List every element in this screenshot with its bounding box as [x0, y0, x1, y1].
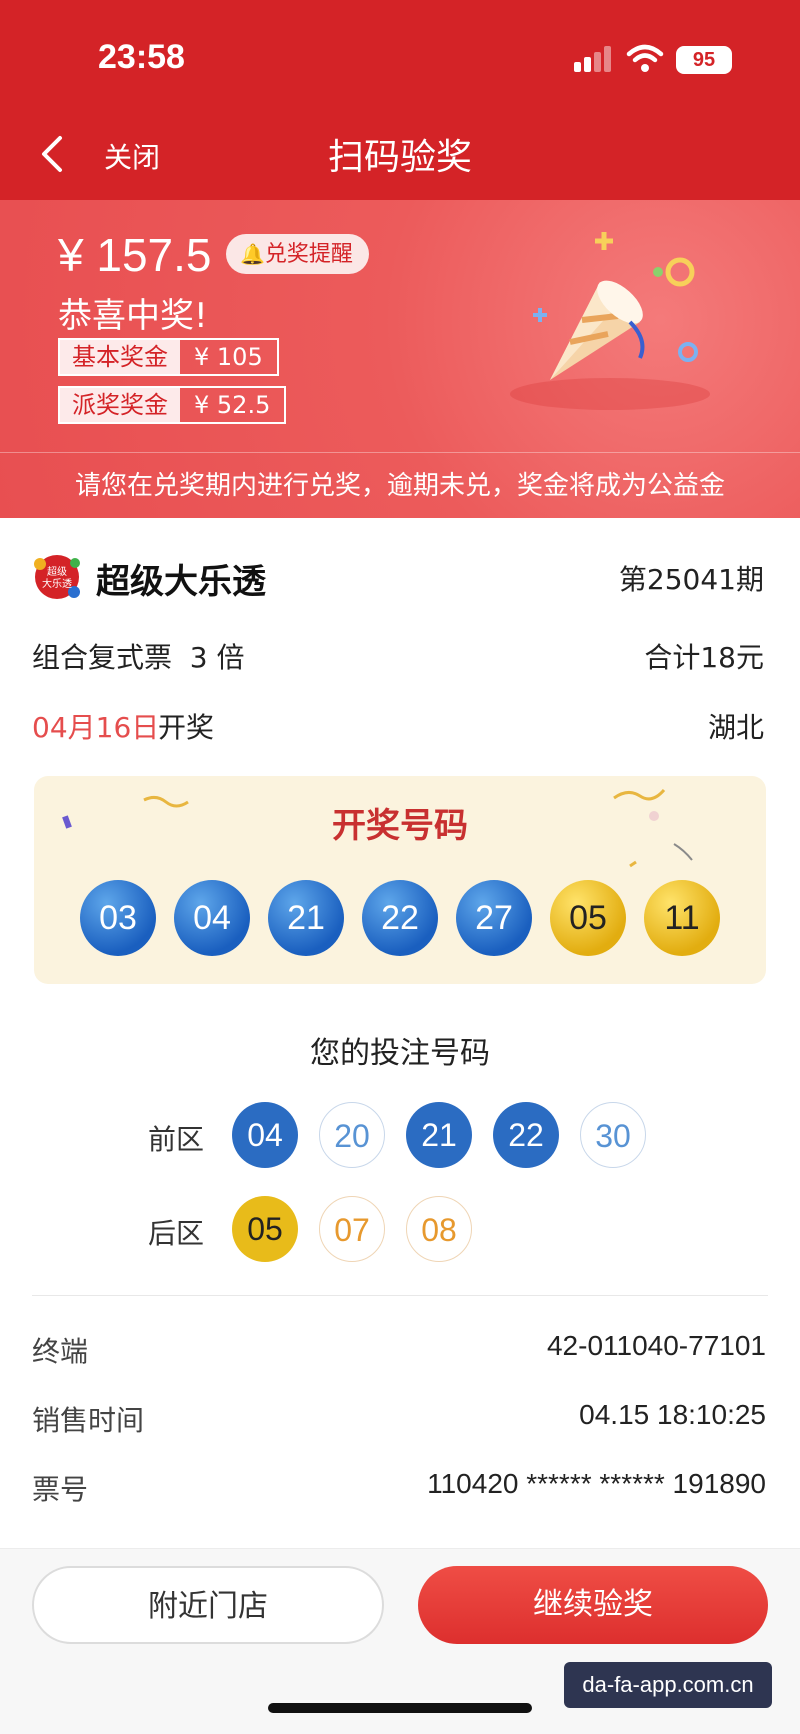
svg-text:大乐透: 大乐透	[42, 577, 72, 590]
continue-check-button[interactable]: 继续验奖	[418, 1566, 768, 1644]
winning-numbers-title: 开奖号码	[332, 806, 468, 846]
party-popper-icon	[510, 232, 710, 410]
prize-reminder-label: 兑奖提醒	[264, 242, 353, 267]
redeem-notice: 请您在兑奖期内进行兑奖，逾期未兑，奖金将成为公益金	[0, 452, 800, 519]
front-pick-5: 30	[580, 1102, 646, 1168]
sale-time-value: 04.15 18:10:25	[579, 1399, 766, 1430]
winning-ball-front-4: 22	[362, 880, 438, 956]
front-pick-2: 20	[319, 1102, 385, 1168]
svg-text:超级: 超级	[47, 565, 67, 578]
ticket-total: 合计18元	[644, 641, 764, 674]
terminal-value: 42-011040-77101	[546, 1330, 766, 1361]
draw-date: 04月16日	[32, 711, 160, 744]
ticket-number-label: 票号	[32, 1473, 89, 1506]
winning-ball-front-5: 27	[456, 880, 532, 956]
basic-prize-label: 基本奖金	[60, 340, 180, 374]
front-pick-1: 04	[232, 1102, 298, 1168]
winning-ball-front-2: 04	[174, 880, 250, 956]
lottery-name: 超级大乐透	[96, 562, 266, 602]
back-pick-2: 07	[319, 1196, 385, 1262]
bonus-prize-value: ¥ 52.5	[194, 391, 271, 419]
lottery-logo: 超级 大乐透	[34, 555, 80, 599]
wifi-icon	[626, 44, 664, 72]
your-numbers-title: 您的投注号码	[310, 1036, 490, 1071]
winning-ball-front-3: 21	[268, 880, 344, 956]
home-indicator[interactable]	[268, 1703, 532, 1713]
prize-reminder-button[interactable]: 🔔兑奖提醒	[226, 234, 369, 274]
winning-ball-back-2: 11	[644, 880, 720, 956]
region: 湖北	[707, 711, 764, 744]
bonus-prize-label: 派奖奖金	[60, 388, 180, 422]
back-zone-label: 后区	[148, 1217, 205, 1250]
ticket-number-value: 110420 ****** ****** 191890	[427, 1468, 766, 1499]
basic-prize-row: 基本奖金 ¥ 105	[58, 338, 279, 376]
bonus-prize-row: 派奖奖金 ¥ 52.5	[58, 386, 287, 424]
ticket-type: 组合复式票 3 倍	[32, 641, 245, 674]
front-pick-4: 22	[493, 1102, 559, 1168]
nearby-stores-button[interactable]: 附近门店	[32, 1566, 384, 1644]
winning-ball-back-1: 05	[550, 880, 626, 956]
back-pick-3: 08	[406, 1196, 472, 1262]
divider	[32, 1295, 768, 1296]
terminal-label: 终端	[32, 1335, 89, 1368]
draw-date-suffix: 开奖	[158, 711, 215, 744]
front-zone-label: 前区	[148, 1123, 205, 1156]
basic-prize-value: ¥ 105	[194, 343, 263, 371]
back-pick-1: 05	[232, 1196, 298, 1262]
signal-icon	[574, 46, 614, 72]
battery-icon: 95	[676, 46, 732, 74]
congrats-text: 恭喜中奖!	[58, 296, 208, 336]
watermark: da-fa-app.com.cn	[564, 1662, 772, 1708]
winning-ball-front-1: 03	[80, 880, 156, 956]
page-title: 扫码验奖	[327, 137, 472, 178]
sale-time-label: 销售时间	[32, 1404, 145, 1437]
prize-amount: ¥ 157.5	[58, 229, 212, 281]
status-time: 23:58	[98, 38, 185, 76]
front-pick-3: 21	[406, 1102, 472, 1168]
issue-number: 第25041期	[618, 563, 764, 596]
bell-icon: 🔔	[240, 242, 265, 266]
